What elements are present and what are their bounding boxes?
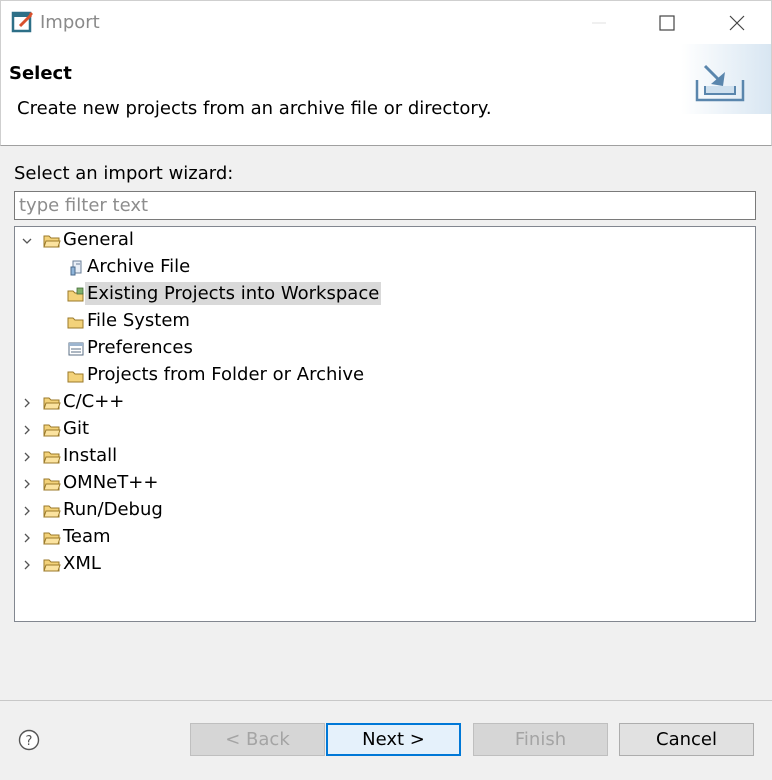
close-button[interactable] [701,1,772,45]
filter-input[interactable] [14,191,756,220]
maximize-button[interactable] [631,1,703,45]
import-banner-icon [681,44,771,114]
tree-item-label: XML [63,553,101,574]
tree-item-label: Preferences [87,337,193,358]
tree-item-label: General [63,229,134,250]
tree-item-label: Team [63,526,111,547]
title-bar: Import [0,0,772,44]
wizard-tree[interactable]: General Archive File Existing Projects i… [14,226,756,622]
finish-button[interactable]: Finish [473,723,608,756]
folder-icon [67,371,84,383]
tree-item-general[interactable]: General [15,227,755,254]
tree-item-run-debug[interactable]: Run/Debug [15,497,755,524]
next-button[interactable]: Next > [326,723,461,756]
folder-open-icon [43,397,61,410]
folder-open-icon [43,559,61,572]
tree-item-preferences[interactable]: Preferences [15,335,755,362]
folder-open-icon [43,505,61,518]
tree-item-install[interactable]: Install [15,443,755,470]
chevron-right-icon[interactable] [21,397,33,409]
tree-item-label: Run/Debug [63,499,163,520]
tree-item-file-system[interactable]: File System [15,308,755,335]
tree-item-label: Git [63,418,90,439]
svg-text:?: ? [26,734,33,749]
folder-open-icon [43,451,61,464]
tree-item-omnetpp[interactable]: OMNeT++ [15,470,755,497]
page-title: Select [9,63,72,84]
tree-item-cpp[interactable]: C/C++ [15,389,755,416]
folder-open-icon [43,532,61,545]
window-title: Import [40,12,100,33]
tree-item-label: Existing Projects into Workspace [85,282,382,305]
folder-icon [67,317,84,329]
tree-item-projects-from-folder[interactable]: Projects from Folder or Archive [15,362,755,389]
chevron-right-icon[interactable] [21,559,33,571]
minimize-icon [592,22,606,24]
tree-item-xml[interactable]: XML [15,551,755,578]
close-icon [729,15,745,31]
tree-item-label: Archive File [87,256,191,277]
footer-separator [0,700,772,701]
eclipse-import-icon [11,11,33,33]
folder-open-icon [43,478,61,491]
cancel-button[interactable]: Cancel [619,723,754,756]
wizard-label: Select an import wizard: [14,163,234,184]
maximize-icon [659,15,675,31]
tree-item-label: Install [63,445,118,466]
help-icon[interactable]: ? [18,729,40,751]
project-folder-icon [67,287,84,302]
folder-open-icon [43,235,61,248]
tree-item-archive-file[interactable]: Archive File [15,254,755,281]
folder-open-icon [43,424,61,437]
chevron-right-icon[interactable] [21,424,33,436]
chevron-down-icon[interactable] [21,235,33,247]
tree-item-label: Projects from Folder or Archive [87,364,365,385]
tree-item-label: File System [87,310,190,331]
tree-item-label: OMNeT++ [63,472,159,493]
chevron-right-icon[interactable] [21,532,33,544]
preferences-icon [68,342,84,356]
minimize-button[interactable] [563,1,635,45]
back-button[interactable]: < Back [190,723,325,756]
archive-file-icon [70,260,82,276]
chevron-right-icon[interactable] [21,505,33,517]
wizard-header: Select Create new projects from an archi… [0,44,772,146]
tree-item-label: C/C++ [63,391,125,412]
tree-item-team[interactable]: Team [15,524,755,551]
chevron-right-icon[interactable] [21,478,33,490]
tree-item-existing-projects[interactable]: Existing Projects into Workspace [15,281,755,308]
page-description: Create new projects from an archive file… [17,98,492,119]
tree-item-git[interactable]: Git [15,416,755,443]
chevron-right-icon[interactable] [21,451,33,463]
